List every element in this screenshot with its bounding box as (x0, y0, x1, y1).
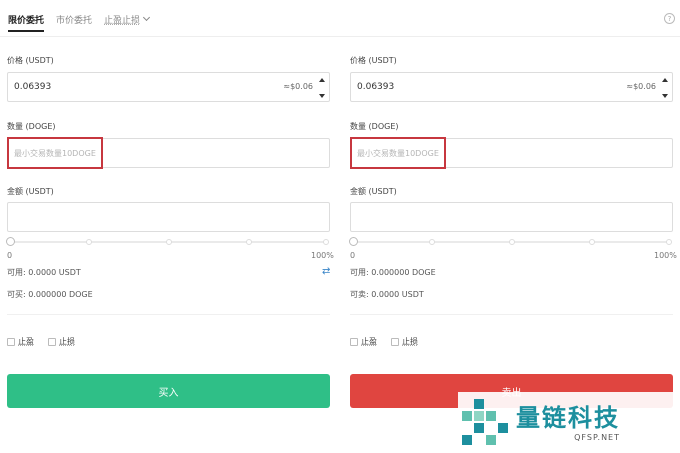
sell-can-sell: 可卖: 0.0000 USDT (350, 290, 424, 299)
checkbox-icon[interactable] (391, 337, 399, 346)
sell-qty-input[interactable] (351, 139, 672, 167)
caret-up-icon[interactable] (319, 78, 325, 82)
slider-tick-25[interactable] (86, 239, 92, 245)
buy-price-stepper[interactable] (318, 78, 326, 98)
checkbox-icon[interactable] (350, 337, 358, 346)
buy-amount-input[interactable] (8, 203, 329, 231)
watermark-title: 量链科技 (516, 403, 620, 432)
caret-down-icon[interactable] (662, 94, 668, 98)
watermark-subtitle: QFSP.NET (574, 432, 620, 442)
buy-take-profit-checkbox[interactable]: 止盈 (7, 336, 34, 347)
sell-take-profit-checkbox[interactable]: 止盈 (350, 336, 377, 347)
sell-slider-min: 0 (350, 251, 356, 260)
slider-thumb[interactable] (6, 237, 15, 246)
buy-price-value: 0.06393 (14, 82, 52, 92)
checkbox-icon[interactable] (48, 337, 56, 346)
buy-slider-min: 0 (7, 251, 13, 260)
checkbox-icon[interactable] (7, 337, 15, 346)
watermark-logo-icon (460, 397, 510, 447)
buy-percent-slider[interactable] (6, 236, 330, 248)
slider-tick-75[interactable] (246, 239, 252, 245)
buy-button[interactable]: 买入 (7, 374, 330, 408)
buy-price-label: 价格 (USDT) (7, 56, 54, 65)
sell-price-label: 价格 (USDT) (350, 56, 397, 65)
slider-thumb[interactable] (349, 237, 358, 246)
divider (7, 314, 330, 315)
buy-price-input[interactable]: 0.06393 ≈$0.06 (7, 72, 330, 102)
caret-up-icon[interactable] (662, 78, 668, 82)
stop-loss-label: 止损 (402, 337, 418, 346)
sell-panel: 价格 (USDT) 0.06393 ≈$0.06 数量 (DOGE) 金额 (U… (343, 0, 677, 453)
sell-amount-input[interactable] (351, 203, 672, 231)
buy-amount-field[interactable] (7, 202, 330, 232)
sell-price-approx: ≈$0.06 (626, 82, 656, 91)
buy-tp-sl-options: 止盈 止损 (7, 336, 75, 347)
buy-slider-max: 100% (311, 251, 334, 260)
caret-down-icon[interactable] (319, 94, 325, 98)
watermark-text: 量链科技 QFSP.NET (516, 403, 620, 442)
sell-amount-label: 金额 (USDT) (350, 187, 397, 196)
buy-qty-field[interactable] (7, 138, 330, 168)
slider-tick-100[interactable] (323, 239, 329, 245)
buy-stop-loss-checkbox[interactable]: 止损 (48, 336, 75, 347)
watermark: 量链科技 QFSP.NET (458, 392, 680, 452)
slider-tick-100[interactable] (666, 239, 672, 245)
slider-tick-50[interactable] (166, 239, 172, 245)
sell-stop-loss-checkbox[interactable]: 止损 (391, 336, 418, 347)
buy-panel: 价格 (USDT) 0.06393 ≈$0.06 数量 (DOGE) 金额 (U… (0, 0, 334, 453)
sell-qty-field[interactable] (350, 138, 673, 168)
buy-can-buy: 可买: 0.000000 DOGE (7, 290, 93, 299)
sell-price-stepper[interactable] (661, 78, 669, 98)
sell-tp-sl-options: 止盈 止损 (350, 336, 418, 347)
swap-arrows-icon[interactable]: ⇄ (322, 266, 330, 277)
divider (350, 314, 673, 315)
take-profit-label: 止盈 (18, 337, 34, 346)
sell-percent-slider[interactable] (349, 236, 673, 248)
sell-price-value: 0.06393 (357, 82, 395, 92)
sell-price-input[interactable]: 0.06393 ≈$0.06 (350, 72, 673, 102)
buy-qty-input[interactable] (8, 139, 329, 167)
sell-available: 可用: 0.000000 DOGE (350, 268, 436, 277)
sell-amount-field[interactable] (350, 202, 673, 232)
slider-tick-25[interactable] (429, 239, 435, 245)
buy-amount-label: 金额 (USDT) (7, 187, 54, 196)
sell-qty-label: 数量 (DOGE) (350, 122, 399, 131)
take-profit-label: 止盈 (361, 337, 377, 346)
buy-price-approx: ≈$0.06 (283, 82, 313, 91)
buy-available: 可用: 0.0000 USDT (7, 268, 81, 277)
sell-slider-max: 100% (654, 251, 677, 260)
slider-tick-75[interactable] (589, 239, 595, 245)
buy-qty-label: 数量 (DOGE) (7, 122, 56, 131)
slider-tick-50[interactable] (509, 239, 515, 245)
stop-loss-label: 止损 (59, 337, 75, 346)
